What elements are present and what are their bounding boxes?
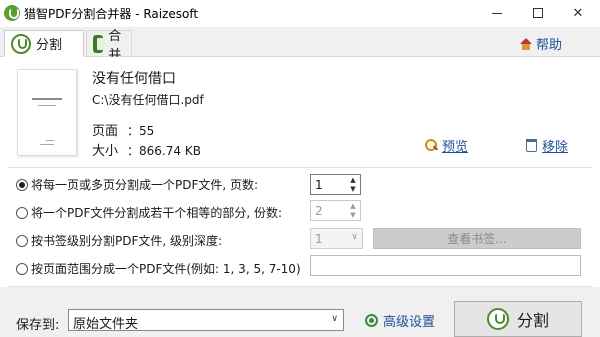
trash-icon (526, 139, 537, 152)
help-link[interactable]: 帮助 (519, 34, 562, 53)
document-name: 没有任何借口 (92, 71, 176, 87)
split-panel: 没有任何借口 C:\没有任何借口.pdf 页面 ：55 大小 ：866.74 KB … (0, 57, 600, 337)
page-count-row: 页面 ：55 (92, 120, 154, 139)
option-split-equal-parts-label: 将一个PDF文件分割成若干个相等的部分, 份数: (31, 206, 283, 220)
tab-strip: 分割 合并 (0, 27, 600, 63)
remove-label: 移除 (542, 140, 569, 155)
maximize-button[interactable] (518, 2, 558, 24)
radio-split-by-bookmark[interactable] (16, 234, 28, 247)
close-button[interactable]: ✕ (558, 2, 598, 24)
radio-split-equal-parts[interactable] (16, 206, 28, 219)
help-label: 帮助 (535, 38, 562, 53)
size-separator: ： (127, 144, 140, 158)
file-size-row: 大小 ：866.74 KB (92, 140, 201, 159)
advanced-settings-link[interactable]: 高级设置 (365, 311, 435, 330)
maximize-icon (533, 8, 543, 18)
option-split-by-bookmark-label: 按书签级别分割PDF文件, 级别深度: (31, 234, 223, 248)
pages-label: 页面 (92, 124, 119, 139)
pages-per-file-stepper[interactable]: 1 ▲ ▼ (310, 174, 361, 195)
option-split-by-bookmark[interactable]: 按书签级别分割PDF文件, 级别深度: (16, 232, 222, 249)
size-value: 866.74 KB (139, 144, 201, 158)
radio-split-by-pages[interactable] (16, 178, 28, 191)
split-button-label: 分割 (516, 311, 549, 330)
stepper-down-icon[interactable]: ▼ (346, 184, 360, 194)
document-path: C:\没有任何借口.pdf (92, 93, 204, 107)
option-split-by-range-label: 按页面范围分成一个PDF文件(例如: 1, 3, 5, 7-10) (31, 262, 301, 276)
remove-link[interactable]: 移除 (526, 136, 568, 155)
parts-count-value: 2 (315, 204, 323, 218)
footer-bar: 保存到: 原始文件夹 ∨ 高级设置 分割 (0, 287, 600, 337)
pages-value: 55 (139, 124, 155, 138)
option-split-by-pages-label: 将每一页或多页分割成一个PDF文件, 页数: (31, 178, 259, 192)
magnifier-icon (425, 139, 438, 152)
close-icon: ✕ (572, 5, 584, 21)
tab-split[interactable]: 分割 (4, 30, 84, 57)
minimize-icon (492, 12, 502, 14)
option-split-equal-parts[interactable]: 将一个PDF文件分割成若干个相等的部分, 份数: (16, 204, 282, 221)
document-thumbnail (17, 69, 77, 156)
view-bookmarks-button[interactable]: 查看书签... (373, 228, 581, 249)
scissors-icon (486, 308, 509, 330)
bookmark-depth-value: 1 (315, 232, 323, 246)
page-range-input[interactable] (310, 255, 581, 276)
scissors-icon (11, 33, 31, 54)
save-location-value: 原始文件夹 (73, 317, 139, 332)
minimize-button[interactable] (477, 2, 517, 24)
preview-label: 预览 (442, 140, 469, 155)
divider (8, 167, 592, 168)
app-logo-icon (4, 5, 20, 21)
save-location-select[interactable]: 原始文件夹 ∨ (68, 309, 344, 332)
preview-link[interactable]: 预览 (425, 136, 468, 155)
window-title: 猎智PDF分割合并器 - Raizesoft (24, 7, 199, 21)
pages-per-file-value: 1 (315, 178, 323, 192)
split-button[interactable]: 分割 (454, 301, 582, 337)
pages-separator: ： (127, 124, 140, 138)
stepper-down-icon[interactable]: ▼ (346, 210, 360, 220)
option-split-by-pages[interactable]: 将每一页或多页分割成一个PDF文件, 页数: (16, 176, 258, 193)
parts-count-stepper[interactable]: 2 ▲ ▼ (310, 200, 361, 221)
radio-split-by-range[interactable] (16, 262, 28, 275)
option-split-by-range[interactable]: 按页面范围分成一个PDF文件(例如: 1, 3, 5, 7-10) (16, 260, 301, 277)
settings-icon (365, 314, 378, 327)
title-bar: 猎智PDF分割合并器 - Raizesoft ✕ (0, 0, 600, 27)
size-label: 大小 (92, 144, 119, 159)
merge-icon (93, 35, 106, 53)
chevron-down-icon: ∨ (331, 314, 338, 324)
save-to-label: 保存到: (16, 318, 60, 333)
home-icon (519, 37, 533, 50)
chevron-down-icon: ∨ (351, 232, 358, 242)
tab-split-label: 分割 (36, 38, 63, 53)
tab-merge[interactable]: 合并 (86, 29, 132, 63)
advanced-settings-label: 高级设置 (383, 315, 436, 330)
bookmark-depth-select[interactable]: 1 ∨ (310, 228, 363, 249)
